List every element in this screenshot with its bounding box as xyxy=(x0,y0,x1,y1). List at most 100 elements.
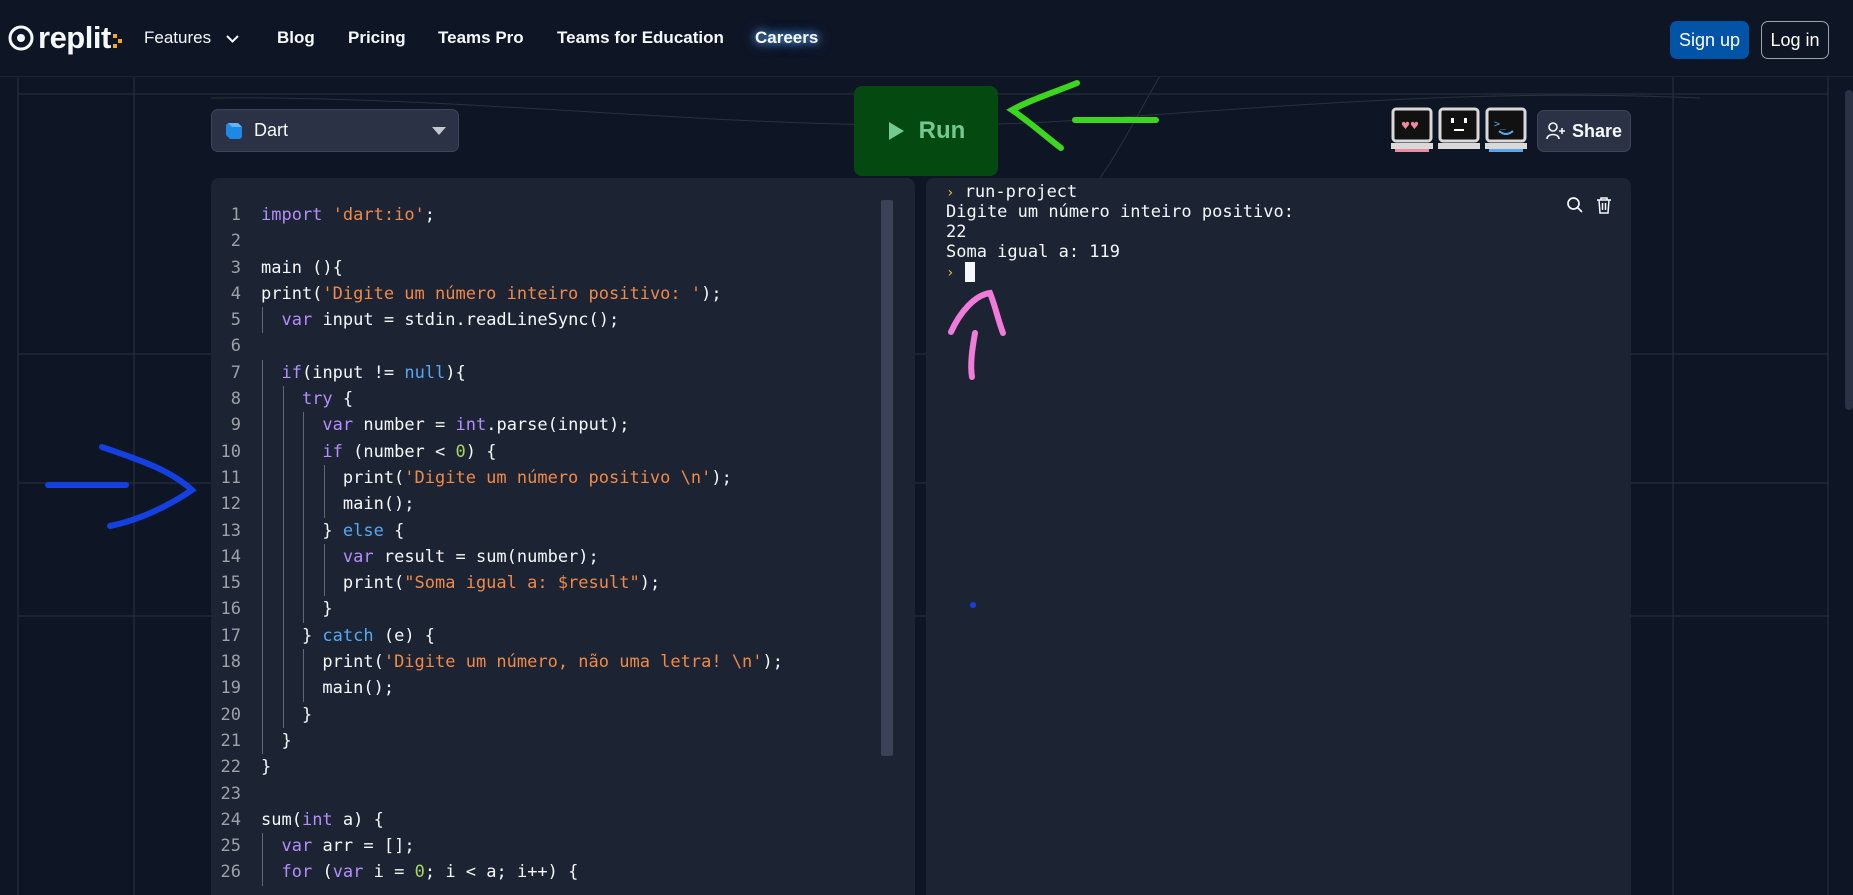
text-cursor xyxy=(964,262,975,282)
search-icon[interactable] xyxy=(1562,192,1588,218)
line-content: print("Soma igual a: $result"); xyxy=(261,573,661,594)
code-line[interactable]: 6 xyxy=(211,333,891,359)
line-content: import 'dart:io'; xyxy=(261,205,436,225)
line-number: 2 xyxy=(230,231,241,252)
line-content: } xyxy=(261,757,272,778)
line-number: 5 xyxy=(230,310,241,331)
top-nav: replit Features Blog Pricing Teams Pro T… xyxy=(0,0,1853,77)
line-number: 18 xyxy=(220,652,241,673)
code-line[interactable]: 21 } xyxy=(211,727,891,755)
line-number: 19 xyxy=(220,678,241,699)
code-line[interactable]: 3 main (){ xyxy=(211,255,891,281)
line-content: main(); xyxy=(261,494,415,515)
line-content: } catch (e) { xyxy=(261,625,436,646)
login-button[interactable]: Log in xyxy=(1761,21,1829,59)
code-line[interactable]: 11 print('Digite um número positivo \n')… xyxy=(211,464,891,492)
line-content: var arr = []; xyxy=(281,836,415,857)
code-line[interactable]: 22} xyxy=(211,754,891,780)
code-editor[interactable]: 1 import 'dart:io'; 2 3 main (){4 print('Digi… xyxy=(211,178,915,895)
code-line[interactable]: 16 } xyxy=(211,596,891,623)
nav-pricing[interactable]: Pricing xyxy=(348,28,406,48)
replit-logo-icon xyxy=(8,25,34,51)
replit-logo[interactable]: replit xyxy=(8,20,123,55)
nav-teams-for-education[interactable]: Teams for Education xyxy=(557,28,724,48)
console-output-line: Soma igual a: 119 xyxy=(946,242,1120,262)
line-number: 15 xyxy=(220,573,241,594)
line-content: try { xyxy=(301,389,354,410)
editor-scrollbar[interactable] xyxy=(881,200,893,756)
code-line[interactable]: 18 print('Digite um número, não uma letr… xyxy=(211,649,891,676)
line-number: 8 xyxy=(230,389,241,410)
code-lines: 1 import 'dart:io'; 2 3 main (){4 print('Digi… xyxy=(211,202,891,886)
code-line[interactable]: 10 if (number < 0) { xyxy=(211,438,891,465)
code-line[interactable]: 1 import 'dart:io'; xyxy=(211,202,891,228)
run-button[interactable]: Run xyxy=(854,86,998,176)
svg-text:>_: >_ xyxy=(1494,119,1507,130)
console-command-line: › run-project xyxy=(946,182,1077,202)
console-input-line[interactable]: › xyxy=(946,262,975,282)
line-number: 1 xyxy=(230,205,241,225)
line-content: print('Digite um número inteiro positivo… xyxy=(261,283,722,304)
signup-button[interactable]: Sign up xyxy=(1670,21,1749,59)
code-line[interactable]: 15 print("Soma igual a: $result"); xyxy=(211,570,891,597)
line-number: 25 xyxy=(220,836,241,857)
line-content: sum(int a) { xyxy=(261,809,384,830)
console-panel[interactable]: › run-project Digite um número inteiro p… xyxy=(926,178,1631,895)
line-content: var number = int.parse(input); xyxy=(322,415,630,436)
terminal-face-computer-icon[interactable]: >_ xyxy=(1485,107,1527,153)
code-line[interactable]: 8 try { xyxy=(211,386,891,413)
neutral-face-computer-icon[interactable] xyxy=(1438,107,1480,153)
code-line[interactable]: 23 xyxy=(211,781,891,807)
heart-eyes-computer-icon[interactable]: ♥♥ xyxy=(1391,107,1433,153)
chevron-down-icon[interactable] xyxy=(226,35,239,43)
line-number: 20 xyxy=(220,704,241,725)
line-number: 16 xyxy=(220,599,241,620)
code-line[interactable]: 7 if(input != null){ xyxy=(211,359,891,387)
share-label: Share xyxy=(1571,120,1623,141)
code-line[interactable]: 12 main(); xyxy=(211,491,891,518)
line-number: 10 xyxy=(220,441,241,462)
line-content: main(); xyxy=(261,678,395,699)
add-user-icon xyxy=(1546,122,1565,140)
play-icon xyxy=(888,122,904,140)
line-content: } else { xyxy=(261,520,405,541)
page-scrollbar[interactable] xyxy=(1845,90,1853,410)
code-line[interactable]: 2 xyxy=(211,228,891,254)
line-number: 26 xyxy=(220,862,241,883)
logo-dots-icon xyxy=(112,34,122,48)
line-content: } xyxy=(261,730,292,751)
console-output-line: Digite um número inteiro positivo: xyxy=(946,202,1294,222)
nav-teams-pro[interactable]: Teams Pro xyxy=(438,28,524,48)
code-line[interactable]: 24 sum(int a) { xyxy=(211,807,891,833)
language-label: Dart xyxy=(254,120,289,140)
code-line[interactable]: 17 } catch (e) { xyxy=(211,622,891,650)
line-number: 6 xyxy=(230,336,241,357)
code-line[interactable]: 5 var input = stdin.readLineSync(); xyxy=(211,307,891,334)
code-line[interactable]: 4 print('Digite um número inteiro positiv… xyxy=(211,281,891,307)
language-select[interactable]: Dart xyxy=(211,109,459,152)
line-content: } xyxy=(261,704,313,725)
trash-icon[interactable] xyxy=(1591,192,1617,218)
code-line[interactable]: 19 main(); xyxy=(211,675,891,702)
dart-logo-icon xyxy=(226,122,242,139)
nav-blog[interactable]: Blog xyxy=(277,28,315,48)
line-content: var input = stdin.readLineSync(); xyxy=(281,310,620,331)
line-number: 23 xyxy=(220,783,241,804)
code-line[interactable]: 13 } else { xyxy=(211,517,891,544)
share-button[interactable]: Share xyxy=(1537,110,1631,152)
nav-careers[interactable]: Careers xyxy=(755,28,818,48)
code-line[interactable]: 9 var number = int.parse(input); xyxy=(211,412,891,439)
prompt-icon: › xyxy=(946,265,955,281)
code-line[interactable]: 26 for (var i = 0; i < a; i++) { xyxy=(211,859,891,886)
line-number: 4 xyxy=(230,283,241,304)
line-number: 21 xyxy=(220,730,241,751)
line-number: 17 xyxy=(220,625,241,646)
nav-features[interactable]: Features xyxy=(144,28,211,48)
code-line[interactable]: 14 var result = sum(number); xyxy=(211,543,891,571)
code-line[interactable]: 25 var arr = []; xyxy=(211,833,891,860)
prompt-icon: › xyxy=(946,185,955,201)
code-line[interactable]: 20 } xyxy=(211,701,891,728)
line-content: } xyxy=(261,599,333,620)
line-number: 11 xyxy=(220,467,241,488)
console-command: run-project xyxy=(964,182,1078,202)
